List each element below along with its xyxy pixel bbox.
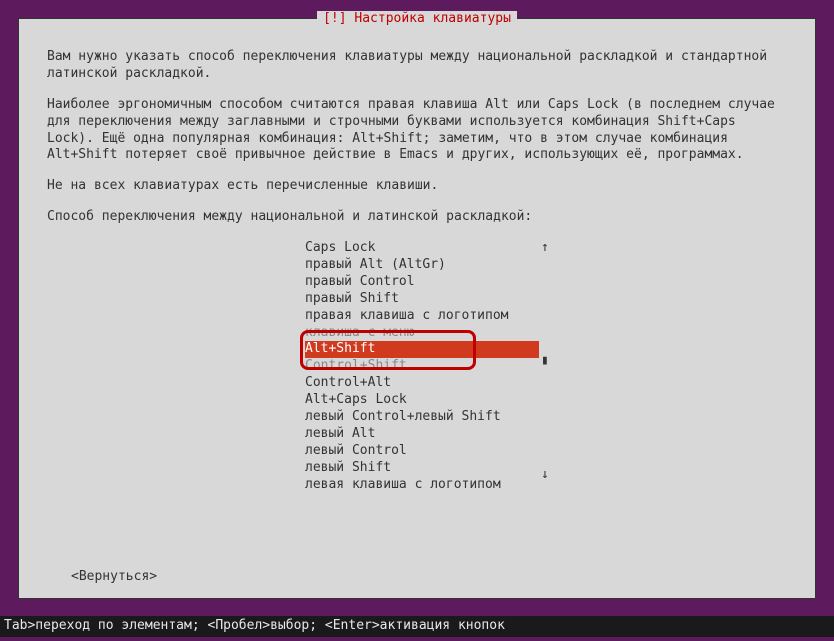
list-item[interactable]: левая клавиша с логотипом: [305, 477, 539, 494]
list-item[interactable]: правая клавиша с логотипом: [305, 308, 539, 325]
scroll-up-icon: ↑: [541, 240, 549, 257]
options-list-area: Caps Lockправый Alt (AltGr)правый Contro…: [47, 240, 787, 493]
prompt-label: Способ переключения между национальной и…: [47, 209, 787, 226]
list-item[interactable]: правый Shift: [305, 291, 539, 308]
paragraph-note: Не на всех клавиатурах есть перечисленны…: [47, 178, 787, 195]
list-item[interactable]: Caps Lock: [305, 240, 539, 257]
list-item[interactable]: правый Control: [305, 274, 539, 291]
list-item[interactable]: левый Shift: [305, 460, 539, 477]
list-item[interactable]: правый Alt (AltGr): [305, 257, 539, 274]
list-item[interactable]: левый Control: [305, 443, 539, 460]
list-item[interactable]: Alt+Shift: [305, 341, 539, 358]
list-item[interactable]: Alt+Caps Lock: [305, 392, 539, 409]
paragraph-detail: Наиболее эргономичным способом считаются…: [47, 97, 787, 165]
dialog-title: [!] Настройка клавиатуры: [317, 11, 517, 28]
back-button[interactable]: <Вернуться>: [71, 569, 157, 586]
status-bar: Tab>переход по элементам; <Пробел>выбор;…: [0, 616, 834, 637]
list-item[interactable]: Control+Alt: [305, 375, 539, 392]
list-item[interactable]: Control+Shift: [305, 358, 539, 375]
options-list[interactable]: Caps Lockправый Alt (AltGr)правый Contro…: [305, 240, 539, 493]
list-item[interactable]: левый Control+левый Shift: [305, 409, 539, 426]
keyboard-config-dialog: [!] Настройка клавиатуры Вам нужно указа…: [18, 18, 816, 599]
scroll-down-icon: ↓: [541, 467, 549, 484]
paragraph-intro: Вам нужно указать способ переключения кл…: [47, 49, 787, 83]
list-item[interactable]: левый Alt: [305, 426, 539, 443]
list-item[interactable]: клавиша с меню: [305, 325, 539, 342]
dialog-content: Вам нужно указать способ переключения кл…: [19, 19, 815, 503]
scroll-thumb: ▮: [541, 353, 549, 370]
dialog-title-wrap: [!] Настройка клавиатуры: [19, 11, 815, 28]
